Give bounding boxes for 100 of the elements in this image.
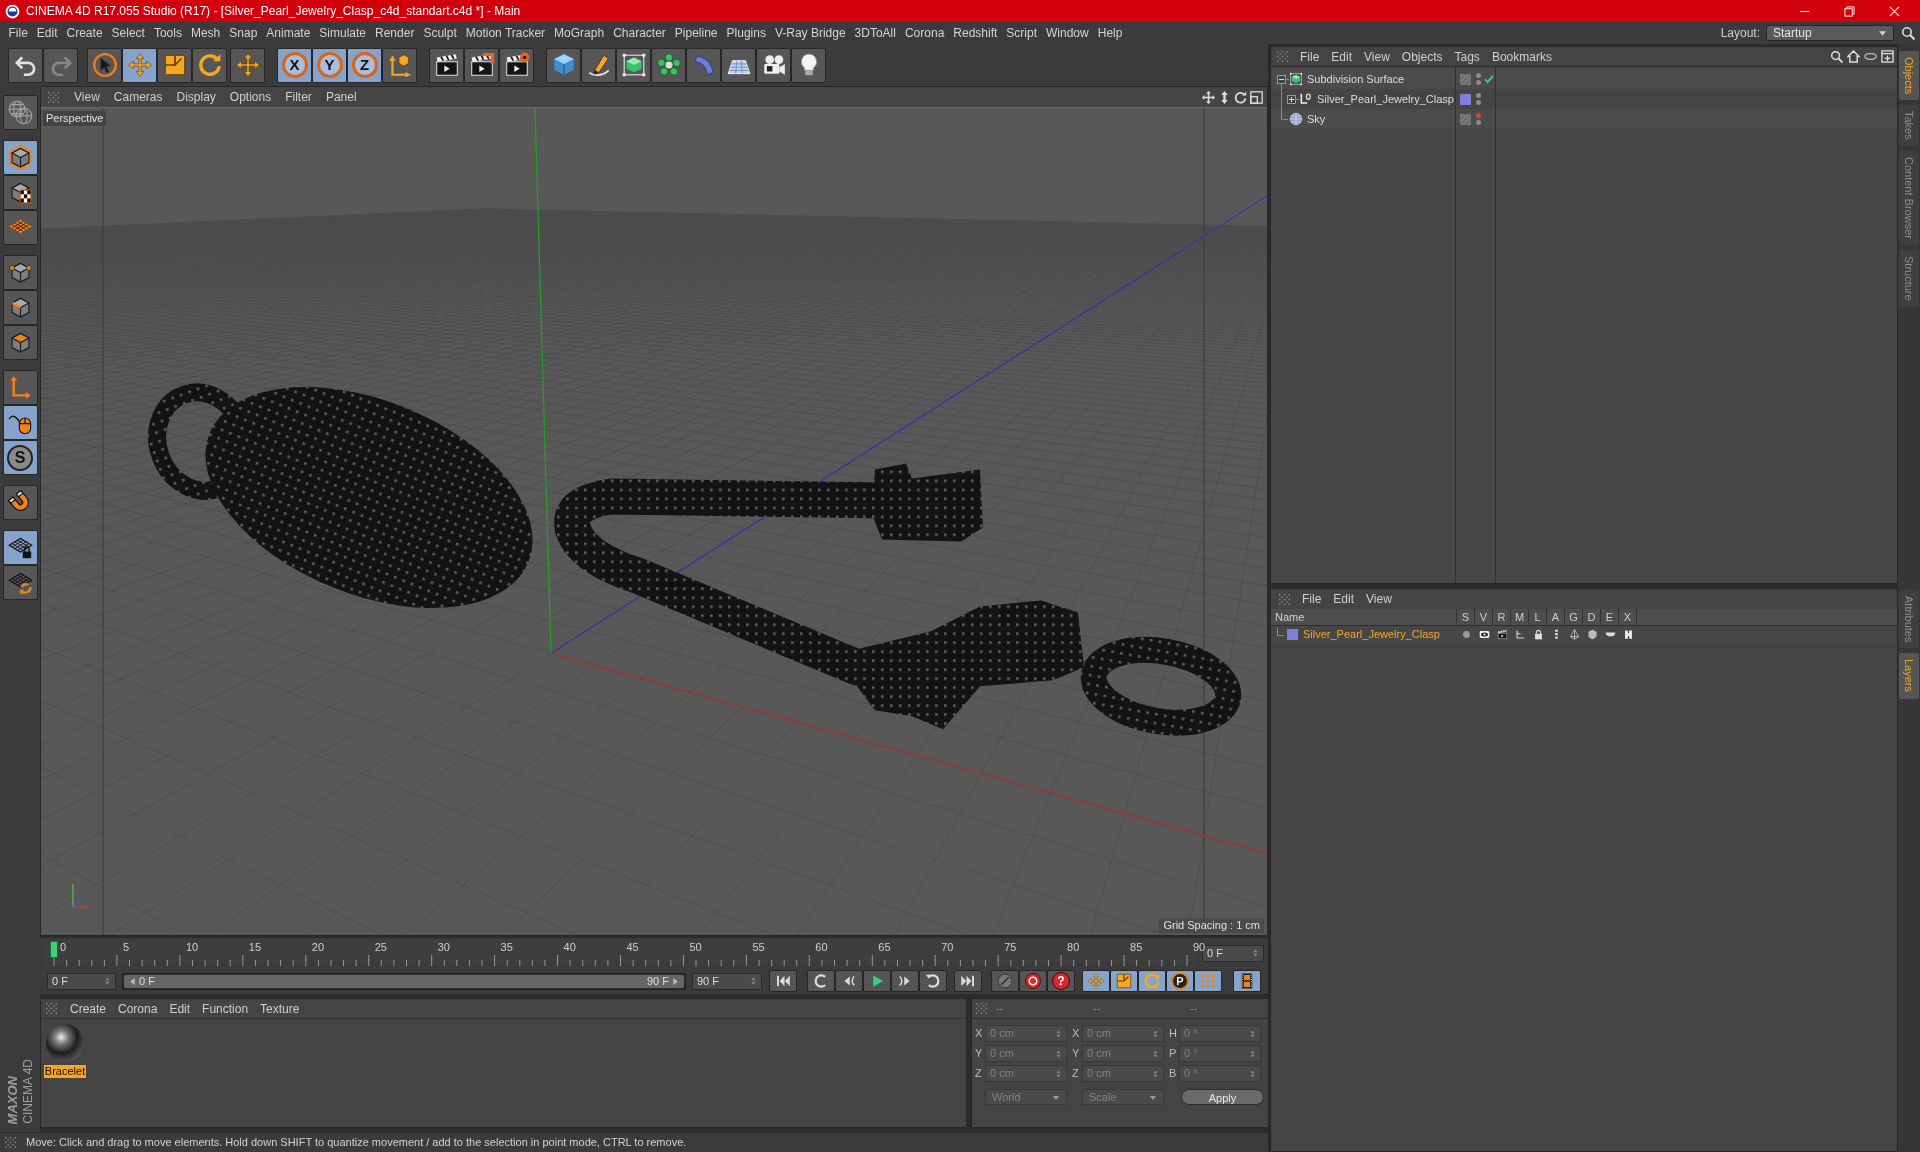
end-frame-field[interactable]: 90 F bbox=[692, 972, 762, 990]
coordinate-system-button[interactable] bbox=[382, 47, 417, 83]
side-tab[interactable]: Takes bbox=[1899, 105, 1919, 147]
check-icon[interactable] bbox=[1484, 74, 1494, 84]
go-to-end-button[interactable] bbox=[954, 970, 982, 992]
menu-item[interactable]: Redshift bbox=[948, 24, 1002, 42]
position-key-button[interactable] bbox=[1082, 970, 1110, 992]
rotate-tool-button[interactable] bbox=[192, 47, 227, 83]
column-header[interactable]: M bbox=[1511, 609, 1529, 625]
scale-tool-button[interactable] bbox=[157, 47, 192, 83]
move-tool-button[interactable] bbox=[122, 47, 157, 83]
column-header[interactable]: G bbox=[1565, 609, 1583, 625]
column-header[interactable]: S bbox=[1457, 609, 1475, 625]
grip-icon[interactable] bbox=[1279, 593, 1290, 605]
menu-item[interactable]: Character bbox=[608, 24, 671, 42]
parameter-key-button[interactable]: P bbox=[1166, 970, 1194, 992]
pyramid-icon[interactable] bbox=[1568, 629, 1580, 640]
grip-icon[interactable] bbox=[5, 1137, 16, 1148]
shield-icon[interactable] bbox=[1586, 629, 1598, 640]
column-header[interactable]: V bbox=[1475, 609, 1493, 625]
layer-name[interactable]: Silver_Pearl_Jewelry_Clasp bbox=[1303, 626, 1440, 643]
layer-swatch-icon[interactable] bbox=[1287, 629, 1298, 640]
menu-item[interactable]: Function bbox=[196, 999, 255, 1018]
move-arrows-icon[interactable] bbox=[1202, 90, 1215, 104]
column-header[interactable]: E bbox=[1601, 609, 1619, 625]
left-arrow-icon[interactable] bbox=[128, 976, 136, 986]
search-icon[interactable] bbox=[1830, 50, 1843, 63]
column-header[interactable]: A bbox=[1547, 609, 1565, 625]
go-to-start-button[interactable] bbox=[769, 970, 797, 992]
right-arrow-icon[interactable] bbox=[672, 976, 680, 986]
ellipse-icon[interactable] bbox=[1864, 50, 1877, 63]
menu-item[interactable]: Corona bbox=[900, 24, 949, 42]
column-header[interactable]: X bbox=[1619, 609, 1637, 625]
menu-item[interactable]: Bookmarks bbox=[1485, 47, 1558, 66]
grip-icon[interactable] bbox=[46, 1003, 57, 1014]
autokey-button[interactable] bbox=[1019, 970, 1047, 992]
menu-item[interactable]: V-Ray Bridge bbox=[770, 24, 851, 42]
render-settings-button[interactable] bbox=[499, 47, 534, 83]
edges-mode-button[interactable] bbox=[2, 290, 38, 325]
menu-item[interactable]: Simulate bbox=[314, 24, 371, 42]
expand-toggle-icon[interactable] bbox=[1287, 95, 1296, 104]
clapperboard-icon[interactable] bbox=[1496, 629, 1508, 640]
texture-mode-button[interactable] bbox=[2, 175, 38, 210]
undo-button[interactable] bbox=[8, 47, 43, 83]
grip-icon[interactable] bbox=[1277, 51, 1288, 62]
collapse-toggle-icon[interactable] bbox=[1277, 75, 1286, 84]
menu-item[interactable]: Create bbox=[62, 24, 108, 42]
record-keys-button[interactable] bbox=[991, 970, 1019, 992]
model-mode-button[interactable] bbox=[2, 140, 38, 175]
point-level-key-button[interactable] bbox=[1194, 970, 1222, 992]
side-tab[interactable]: Structure bbox=[1899, 250, 1919, 307]
menu-item[interactable]: Plugins bbox=[722, 24, 771, 42]
menu-item[interactable]: Corona bbox=[112, 999, 164, 1018]
menu-item[interactable]: 3DToAll bbox=[850, 24, 901, 42]
h-shape-icon[interactable] bbox=[1622, 629, 1634, 640]
object-name[interactable]: Subdivision Surface bbox=[1307, 70, 1405, 88]
lock-workplane-button[interactable] bbox=[2, 530, 38, 565]
cloner-button[interactable] bbox=[651, 47, 686, 83]
menu-item[interactable]: File bbox=[4, 24, 33, 42]
menu-item[interactable]: Mesh bbox=[186, 24, 225, 42]
pen-tool-button[interactable] bbox=[581, 47, 616, 83]
layout-dropdown[interactable]: Startup bbox=[1766, 25, 1894, 41]
object-name[interactable]: Silver_Pearl_Jewelry_Clasp bbox=[1317, 90, 1454, 108]
column-header[interactable]: D bbox=[1583, 609, 1601, 625]
eye-icon[interactable] bbox=[1478, 629, 1490, 640]
object-name[interactable]: Sky bbox=[1307, 110, 1326, 128]
menu-item[interactable]: Edit bbox=[32, 24, 63, 42]
axis-lock-button[interactable]: Z bbox=[347, 47, 382, 83]
axis-mode-button[interactable] bbox=[2, 370, 38, 405]
menu-item[interactable]: View bbox=[1360, 590, 1398, 608]
snapping-button[interactable] bbox=[2, 485, 38, 520]
menu-item[interactable]: Snap bbox=[224, 24, 262, 42]
menu-item[interactable]: Render bbox=[370, 24, 419, 42]
layer-swatch-icon[interactable] bbox=[1460, 93, 1471, 105]
previous-frame-button[interactable] bbox=[835, 970, 863, 992]
cube-object-button[interactable] bbox=[546, 47, 581, 83]
grip-icon[interactable] bbox=[976, 1003, 987, 1014]
lock-icon[interactable] bbox=[1532, 629, 1544, 640]
hierarchy-icon[interactable] bbox=[1514, 629, 1526, 640]
range-bar[interactable]: 0 F 90 F bbox=[124, 974, 684, 988]
plus-square-icon[interactable] bbox=[1881, 50, 1894, 63]
previous-key-button[interactable] bbox=[807, 970, 835, 992]
menu-item[interactable]: View bbox=[1358, 47, 1396, 66]
solo-button[interactable]: S bbox=[2, 440, 38, 475]
menu-item[interactable]: Edit bbox=[1325, 47, 1359, 66]
search-button[interactable] bbox=[1899, 24, 1917, 42]
menu-item[interactable]: Sculpt bbox=[418, 24, 462, 42]
side-tab[interactable]: Attributes bbox=[1899, 590, 1919, 649]
make-editable-button[interactable] bbox=[2, 95, 38, 130]
menu-item[interactable]: Tags bbox=[1448, 47, 1486, 66]
menu-item[interactable]: Help bbox=[1093, 24, 1127, 42]
home-icon[interactable] bbox=[1847, 50, 1860, 63]
camera-button[interactable] bbox=[756, 47, 791, 83]
menu-item[interactable]: Animate bbox=[261, 24, 315, 42]
menu-item[interactable]: File bbox=[1296, 590, 1328, 608]
rotation-key-button[interactable] bbox=[1138, 970, 1166, 992]
cup-icon[interactable] bbox=[1604, 629, 1616, 640]
menu-item[interactable]: Create bbox=[64, 999, 113, 1018]
workplane-mode-button[interactable] bbox=[2, 210, 38, 245]
spinner-arrows-icon[interactable] bbox=[750, 976, 757, 986]
